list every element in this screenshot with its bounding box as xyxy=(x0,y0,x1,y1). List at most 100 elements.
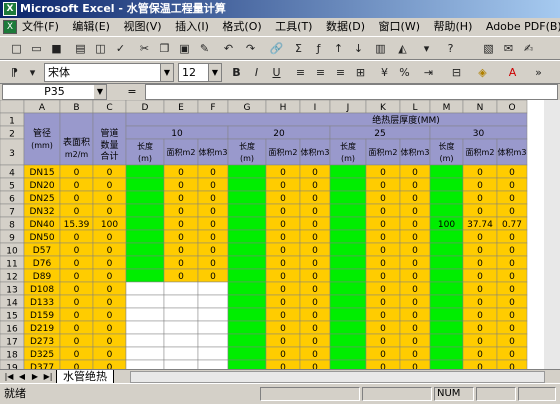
borders-icon[interactable]: ⊟ xyxy=(448,64,465,81)
workbook-icon[interactable]: X xyxy=(3,20,17,34)
table-cell[interactable] xyxy=(125,203,165,218)
table-cell[interactable] xyxy=(125,229,165,244)
table-cell[interactable] xyxy=(429,359,464,369)
toolbar-options-icon[interactable]: ▾ xyxy=(24,64,41,81)
table-cell[interactable] xyxy=(125,177,165,192)
table-cell[interactable] xyxy=(125,190,165,205)
blank-cell[interactable] xyxy=(163,294,199,309)
table-cell[interactable] xyxy=(227,242,267,257)
table-cell[interactable] xyxy=(329,307,367,322)
table-cell[interactable] xyxy=(227,177,267,192)
table-cell[interactable] xyxy=(429,333,464,348)
first-sheet-icon[interactable]: |◀ xyxy=(3,371,15,382)
table-cell[interactable] xyxy=(125,268,165,283)
menu-format[interactable]: 格式(O) xyxy=(222,20,261,33)
name-box[interactable]: P35 ▼ xyxy=(2,84,107,100)
format-painter-icon[interactable]: ✎ xyxy=(196,40,213,57)
toolbar-options-icon[interactable]: » xyxy=(530,64,547,81)
header-cell[interactable] xyxy=(23,112,61,166)
table-cell[interactable] xyxy=(329,203,367,218)
menu-help[interactable]: 帮助(H) xyxy=(434,20,473,33)
blank-cell[interactable] xyxy=(197,346,229,361)
align-center-icon[interactable]: ≡ xyxy=(312,64,329,81)
table-cell[interactable] xyxy=(429,203,464,218)
redo-icon[interactable]: ↷ xyxy=(242,40,259,57)
prev-sheet-icon[interactable]: ◀ xyxy=(16,371,28,382)
table-cell[interactable] xyxy=(227,281,267,296)
table-cell[interactable] xyxy=(227,359,267,369)
table-cell[interactable] xyxy=(329,346,367,361)
blank-cell[interactable] xyxy=(163,281,199,296)
hyperlink-icon[interactable]: 🔗 xyxy=(268,40,285,57)
table-cell[interactable] xyxy=(329,242,367,257)
undo-icon[interactable]: ↶ xyxy=(220,40,237,57)
blank-cell[interactable] xyxy=(163,333,199,348)
bold-icon[interactable]: B xyxy=(228,64,245,81)
menu-window[interactable]: 窗口(W) xyxy=(379,20,420,33)
table-cell[interactable] xyxy=(329,281,367,296)
blank-cell[interactable] xyxy=(163,307,199,322)
menu-data[interactable]: 数据(D) xyxy=(326,20,365,33)
table-cell[interactable] xyxy=(227,229,267,244)
blank-cell[interactable] xyxy=(125,320,165,335)
blank-cell[interactable] xyxy=(197,294,229,309)
sheet-tab[interactable]: 水管绝热 xyxy=(56,370,114,384)
table-cell[interactable] xyxy=(227,346,267,361)
table-cell[interactable] xyxy=(227,216,267,231)
table-cell[interactable] xyxy=(429,281,464,296)
table-cell[interactable] xyxy=(429,294,464,309)
blank-cell[interactable] xyxy=(163,320,199,335)
blank-cell[interactable] xyxy=(197,281,229,296)
blank-cell[interactable] xyxy=(197,307,229,322)
table-cell[interactable] xyxy=(329,229,367,244)
menu-adobe-pdf[interactable]: Adobe PDF(B) xyxy=(486,20,560,33)
blank-cell[interactable] xyxy=(197,333,229,348)
table-cell[interactable] xyxy=(429,346,464,361)
blank-cell[interactable] xyxy=(197,359,229,369)
table-cell[interactable] xyxy=(429,307,464,322)
blank-cell[interactable] xyxy=(125,294,165,309)
table-cell[interactable] xyxy=(429,177,464,192)
table-cell[interactable] xyxy=(329,333,367,348)
table-cell[interactable] xyxy=(125,242,165,257)
open-icon[interactable]: ▭ xyxy=(28,40,45,57)
italic-icon[interactable]: I xyxy=(248,64,265,81)
fill-color-icon[interactable]: ◈ xyxy=(474,64,491,81)
table-cell[interactable] xyxy=(329,294,367,309)
formula-input[interactable] xyxy=(145,84,558,100)
worksheet-grid[interactable]: A B C D E F G H I J K L M N O 1 2 3 4 5 6 7 8 9 10 11 12 13 14 15 16 17… xyxy=(0,100,560,369)
print-icon[interactable]: ▤ xyxy=(72,40,89,57)
table-cell[interactable] xyxy=(429,190,464,205)
select-all-corner[interactable] xyxy=(0,100,25,114)
blank-cell[interactable] xyxy=(125,346,165,361)
table-cell[interactable] xyxy=(429,242,464,257)
blank-cell[interactable] xyxy=(125,333,165,348)
spelling-icon[interactable]: ✓ xyxy=(112,40,129,57)
menu-edit[interactable]: 编辑(E) xyxy=(72,20,110,33)
blank-cell[interactable] xyxy=(163,346,199,361)
next-sheet-icon[interactable]: ▶ xyxy=(29,371,41,382)
zoom-icon[interactable]: ▾ xyxy=(418,40,435,57)
align-left-icon[interactable]: ≡ xyxy=(292,64,309,81)
table-cell[interactable] xyxy=(227,268,267,283)
new-icon[interactable]: □ xyxy=(8,40,25,57)
table-cell[interactable] xyxy=(125,255,165,270)
autosum-icon[interactable]: Σ xyxy=(290,40,307,57)
table-cell[interactable] xyxy=(329,164,367,179)
table-cell[interactable] xyxy=(227,320,267,335)
header-cell[interactable] xyxy=(125,112,528,127)
currency-icon[interactable]: ¥ xyxy=(376,64,393,81)
underline-icon[interactable]: U xyxy=(268,64,285,81)
pdf-review-icon[interactable]: ✍ xyxy=(520,40,537,57)
percent-icon[interactable]: % xyxy=(396,64,413,81)
menu-view[interactable]: 视图(V) xyxy=(123,20,161,33)
table-cell[interactable] xyxy=(429,268,464,283)
blank-cell[interactable] xyxy=(125,281,165,296)
worksheet-canvas[interactable]: A B C D E F G H I J K L M N O1234567891011121314151617… xyxy=(0,100,544,369)
align-right-icon[interactable]: ≡ xyxy=(332,64,349,81)
cut-icon[interactable]: ✂ xyxy=(136,40,153,57)
copy-icon[interactable]: ❐ xyxy=(156,40,173,57)
last-sheet-icon[interactable]: ▶| xyxy=(42,371,54,382)
table-cell[interactable] xyxy=(429,255,464,270)
table-cell[interactable] xyxy=(227,164,267,179)
